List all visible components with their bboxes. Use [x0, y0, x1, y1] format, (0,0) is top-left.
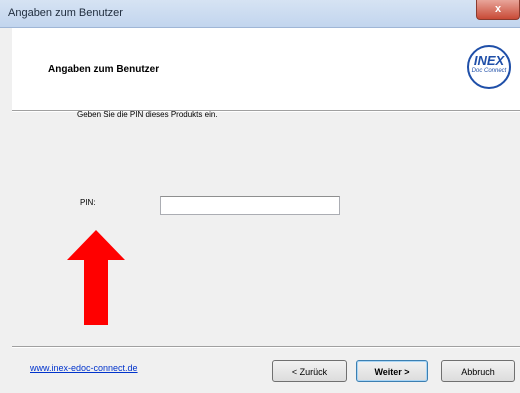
title-bar[interactable]: Angaben zum Benutzer x [0, 0, 520, 28]
close-button[interactable]: x [476, 0, 520, 20]
inex-logo: INEX Doc Connect [467, 45, 511, 89]
arrow-shape [67, 230, 125, 325]
logo-text: INEX [473, 53, 505, 68]
logo-subtext: Doc Connect [471, 68, 507, 74]
footer-divider [12, 346, 520, 348]
header-panel: Angaben zum Benutzer INEX Doc Connect [12, 28, 520, 110]
back-button[interactable]: < Zurück [272, 360, 347, 382]
website-link[interactable]: www.inex-edoc-connect.de [30, 363, 138, 373]
pin-input[interactable] [160, 196, 340, 215]
page-title: Angaben zum Benutzer [48, 64, 160, 75]
wizard-window: Angaben zum Benutzer x Angaben zum Benut… [0, 0, 520, 393]
window-title: Angaben zum Benutzer [8, 7, 123, 19]
next-button[interactable]: Weiter > [356, 360, 428, 382]
red-arrow-annotation [67, 230, 125, 325]
pin-label: PIN: [80, 198, 96, 207]
cancel-button[interactable]: Abbruch [441, 360, 515, 382]
instruction-text: Geben Sie die PIN dieses Produkts ein. [77, 110, 218, 119]
